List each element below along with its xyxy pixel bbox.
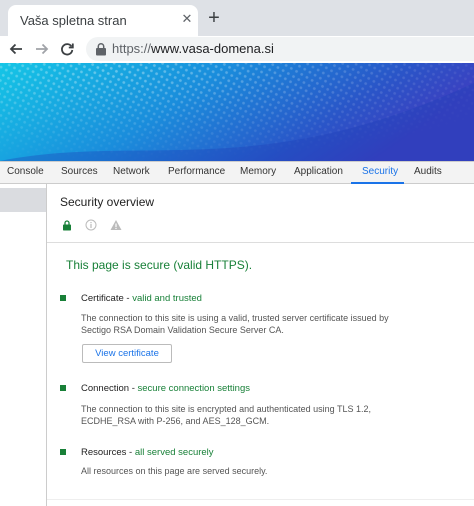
info-icon	[85, 219, 97, 231]
address-bar[interactable]: https://www.vasa-domena.si	[86, 37, 474, 61]
new-tab-button[interactable]: +	[204, 8, 224, 28]
lock-icon	[63, 220, 71, 231]
warning-icon	[110, 220, 122, 230]
browser-tab[interactable]: Vaša spletna stran ✕	[8, 5, 198, 36]
certificate-sep: -	[123, 293, 133, 304]
view-certificate-button[interactable]: View certificate	[82, 344, 172, 363]
resources-label: Resources	[81, 447, 127, 458]
close-icon[interactable]: ✕	[180, 12, 194, 26]
connection-status: secure connection settings	[137, 383, 250, 394]
tab-memory[interactable]: Memory	[240, 166, 276, 177]
url-host: www.vasa-domena.si	[151, 41, 274, 56]
url-text: https://www.vasa-domena.si	[112, 41, 274, 56]
resources-description: All resources on this page are served se…	[81, 466, 268, 476]
overview-header: Security overview	[47, 184, 474, 243]
tab-audits[interactable]: Audits	[414, 166, 442, 177]
certificate-heading: Certificate - valid and trusted	[81, 293, 202, 304]
divider	[47, 499, 474, 500]
tab-security[interactable]: Security	[362, 166, 398, 177]
resources-heading: Resources - all served securely	[81, 447, 214, 458]
forward-icon[interactable]	[31, 38, 53, 60]
hero-banner	[0, 63, 474, 161]
browser-toolbar: https://www.vasa-domena.si	[0, 36, 474, 63]
connection-sep: -	[129, 383, 138, 394]
status-bullet	[60, 449, 66, 455]
certificate-description: The connection to this site is using a v…	[81, 313, 389, 335]
security-sidebar	[0, 184, 47, 506]
tab-performance[interactable]: Performance	[168, 166, 225, 177]
status-bullet	[60, 295, 66, 301]
tab-console[interactable]: Console	[7, 166, 44, 177]
certificate-status: valid and trusted	[132, 293, 202, 304]
tab-sources[interactable]: Sources	[61, 166, 98, 177]
browser-tabstrip: Vaša spletna stran ✕ +	[0, 0, 474, 36]
overview-title: Security overview	[60, 195, 155, 209]
tab-network[interactable]: Network	[113, 166, 150, 177]
tab-application[interactable]: Application	[294, 166, 343, 177]
connection-heading: Connection - secure connection settings	[81, 383, 250, 394]
devtools-tabbar: Console Sources Network Performance Memo…	[0, 161, 474, 184]
certificate-label: Certificate	[81, 293, 124, 304]
page-secure-status: This page is secure (valid HTTPS).	[66, 258, 253, 272]
resources-sep: -	[126, 447, 135, 458]
security-panel: Security overview This page is secure (v…	[47, 184, 474, 506]
reload-icon[interactable]	[56, 38, 78, 60]
back-icon[interactable]	[5, 38, 27, 60]
tab-title: Vaša spletna stran	[20, 13, 127, 28]
connection-description: The connection to this site is encrypted…	[81, 404, 372, 426]
sidebar-item-overview[interactable]	[0, 188, 46, 212]
resources-status: all served securely	[134, 447, 214, 458]
url-scheme: https://	[112, 41, 152, 56]
connection-label: Connection	[81, 383, 130, 394]
status-bullet	[60, 385, 66, 391]
lock-icon[interactable]	[95, 42, 107, 56]
